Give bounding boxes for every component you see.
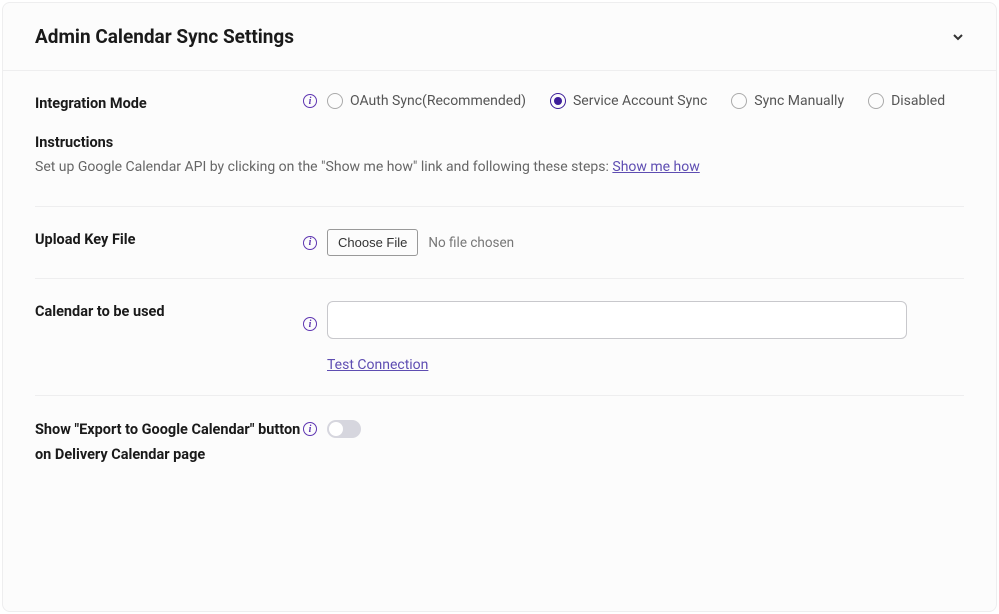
info-icon[interactable]: i — [303, 94, 317, 108]
choose-file-button[interactable]: Choose File — [327, 229, 418, 256]
settings-panel: Admin Calendar Sync Settings Integration… — [2, 2, 997, 612]
radio-service-account-sync[interactable]: Service Account Sync — [550, 93, 707, 109]
export-toggle-row: Show "Export to Google Calendar" button … — [3, 396, 996, 489]
export-toggle[interactable] — [327, 420, 361, 438]
info-icon[interactable]: i — [303, 236, 317, 250]
calendar-input[interactable] — [327, 301, 907, 339]
test-connection-link[interactable]: Test Connection — [327, 357, 428, 373]
radio-dot — [554, 97, 562, 105]
radio-label: Disabled — [891, 93, 945, 109]
chevron-down-icon[interactable] — [952, 31, 964, 43]
export-toggle-content: i — [303, 418, 964, 438]
integration-mode-label: Integration Mode — [35, 93, 303, 112]
integration-mode-content: i OAuth Sync(Recommended) Service Accoun… — [303, 93, 964, 109]
upload-key-file-label: Upload Key File — [35, 229, 303, 248]
toggle-knob — [329, 422, 343, 436]
instructions-body: Set up Google Calendar API by clicking o… — [35, 159, 612, 175]
instructions-title: Instructions — [35, 134, 964, 151]
radio-circle — [731, 93, 747, 109]
radio-circle — [327, 93, 343, 109]
radio-oauth-sync[interactable]: OAuth Sync(Recommended) — [327, 93, 526, 109]
instructions-text: Set up Google Calendar API by clicking o… — [35, 157, 964, 178]
info-icon[interactable]: i — [303, 422, 317, 436]
radio-label: Sync Manually — [754, 93, 844, 109]
calendar-label: Calendar to be used — [35, 301, 303, 320]
calendar-inner: i — [303, 301, 907, 339]
file-status: No file chosen — [428, 235, 514, 251]
panel-title: Admin Calendar Sync Settings — [35, 25, 294, 48]
radio-circle — [868, 93, 884, 109]
calendar-content: i Test Connection — [303, 301, 907, 373]
radio-sync-manually[interactable]: Sync Manually — [731, 93, 844, 109]
export-toggle-label: Show "Export to Google Calendar" button … — [35, 418, 303, 467]
radio-disabled[interactable]: Disabled — [868, 93, 945, 109]
instructions-block: Instructions Set up Google Calendar API … — [3, 134, 996, 206]
radio-label: Service Account Sync — [573, 93, 707, 109]
radio-label: OAuth Sync(Recommended) — [350, 93, 526, 109]
info-icon[interactable]: i — [303, 317, 317, 331]
upload-key-file-row: Upload Key File i Choose File No file ch… — [3, 207, 996, 278]
show-me-how-link[interactable]: Show me how — [612, 159, 699, 175]
integration-mode-row: Integration Mode i OAuth Sync(Recommende… — [3, 71, 996, 134]
integration-mode-radio-group: OAuth Sync(Recommended) Service Account … — [327, 93, 945, 109]
radio-circle — [550, 93, 566, 109]
upload-content: i Choose File No file chosen — [303, 229, 964, 256]
panel-header[interactable]: Admin Calendar Sync Settings — [3, 3, 996, 71]
calendar-row: Calendar to be used i Test Connection — [3, 279, 996, 395]
